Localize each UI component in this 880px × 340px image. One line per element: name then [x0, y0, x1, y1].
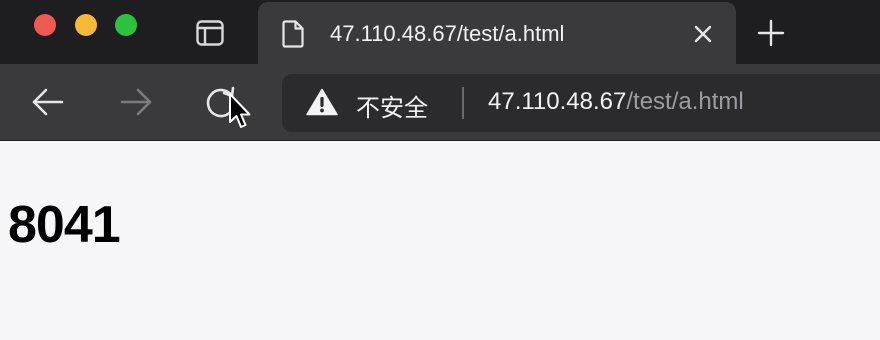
maximize-window-button[interactable]: [115, 14, 137, 36]
arrow-left-icon[interactable]: [30, 84, 66, 120]
close-icon[interactable]: [692, 23, 714, 45]
address-bar[interactable]: 不安全 47.110.48.67/test/a.html: [282, 74, 880, 132]
browser-window: 47.110.48.67/test/a.html 不安全 47.110.48.6…: [0, 0, 880, 340]
security-label[interactable]: 不安全: [356, 88, 428, 123]
page-content: 8041: [0, 141, 880, 340]
document-icon: [282, 20, 304, 48]
url-path: /test/a.html: [626, 88, 744, 115]
url-host: 47.110.48.67: [488, 88, 627, 115]
active-tab[interactable]: 47.110.48.67/test/a.html: [258, 2, 736, 64]
tab-strip: 47.110.48.67/test/a.html: [0, 0, 880, 64]
plus-icon[interactable]: [756, 18, 786, 48]
minimize-window-button[interactable]: [75, 14, 97, 36]
tab-title: 47.110.48.67/test/a.html: [330, 21, 565, 46]
mouse-cursor-icon: [228, 92, 252, 132]
close-window-button[interactable]: [34, 14, 56, 36]
page-heading: 8041: [8, 196, 121, 254]
arrow-right-icon[interactable]: [118, 84, 154, 120]
url-text[interactable]: 47.110.48.67/test/a.html: [488, 88, 744, 116]
warning-icon[interactable]: [306, 88, 338, 116]
sidebar-icon[interactable]: [196, 20, 224, 46]
divider: [462, 87, 464, 119]
